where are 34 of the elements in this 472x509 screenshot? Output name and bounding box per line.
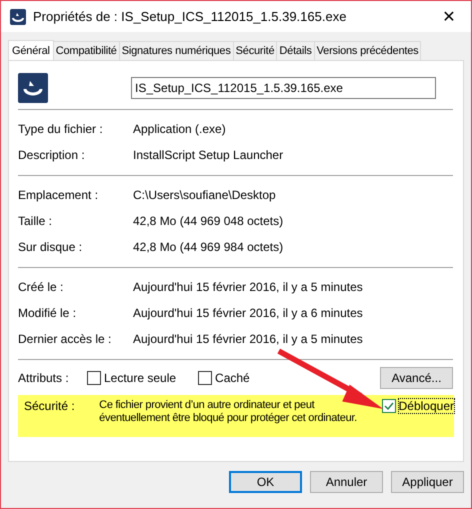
- field-value: InstallScript Setup Launcher: [133, 148, 284, 162]
- tab[interactable]: Versions précédentes: [314, 41, 422, 60]
- field-label: Emplacement :: [18, 188, 100, 202]
- field-value: 42,8 Mo (44 969 048 octets): [133, 214, 284, 228]
- installer-icon: [18, 73, 48, 103]
- file-name-field[interactable]: IS_Setup_ICS_112015_1.5.39.165.exe: [131, 77, 436, 99]
- field-label: Taille :: [18, 214, 54, 228]
- attributes-label: Attributs :: [18, 371, 70, 385]
- field-value: C:\Users\soufiane\Desktop: [133, 188, 276, 202]
- close-button[interactable]: ✕: [427, 1, 471, 32]
- field-value: Aujourd'hui 15 février 2016, il y a 5 minutes: [133, 280, 363, 294]
- field-label: Type du fichier :: [18, 122, 104, 136]
- tab[interactable]: Général: [8, 40, 54, 61]
- checkbox[interactable]: Lecture seule: [87, 371, 176, 385]
- field-value: Aujourd'hui 15 février 2016, il y a 5 minutes: [133, 332, 363, 346]
- checkbox[interactable]: Caché: [198, 371, 250, 385]
- check-icon: [382, 400, 395, 412]
- field-label: Dernier accès le :: [18, 332, 112, 346]
- field-label: Modifié le :: [18, 306, 78, 320]
- field-value: Application (.exe): [133, 122, 226, 136]
- window-title: Propriétés de : IS_Setup_ICS_112015_1.5.39.165.exe: [33, 9, 348, 24]
- field-label: Description :: [18, 148, 86, 162]
- field-label: Sur disque :: [18, 240, 84, 254]
- unblock-checkbox[interactable]: Débloquer: [382, 399, 454, 413]
- field-value: Aujourd'hui 15 février 2016, il y a 6 minutes: [133, 306, 363, 320]
- dialog-button[interactable]: OK: [229, 471, 302, 493]
- field-value: 42,8 Mo (44 969 984 octets): [133, 240, 284, 254]
- security-message: Ce fichier provient d’un autre ordinateur et peut éventuellement être bloqué pour protéger cet ordinateur.: [99, 399, 358, 425]
- dialog-button[interactable]: Annuler: [310, 471, 383, 493]
- app-icon: [10, 8, 26, 24]
- field-label: Créé le :: [18, 280, 64, 294]
- security-label: Sécurité :: [24, 399, 76, 413]
- advanced-button[interactable]: Avancé...: [380, 367, 453, 389]
- dialog-button[interactable]: Appliquer: [391, 471, 464, 493]
